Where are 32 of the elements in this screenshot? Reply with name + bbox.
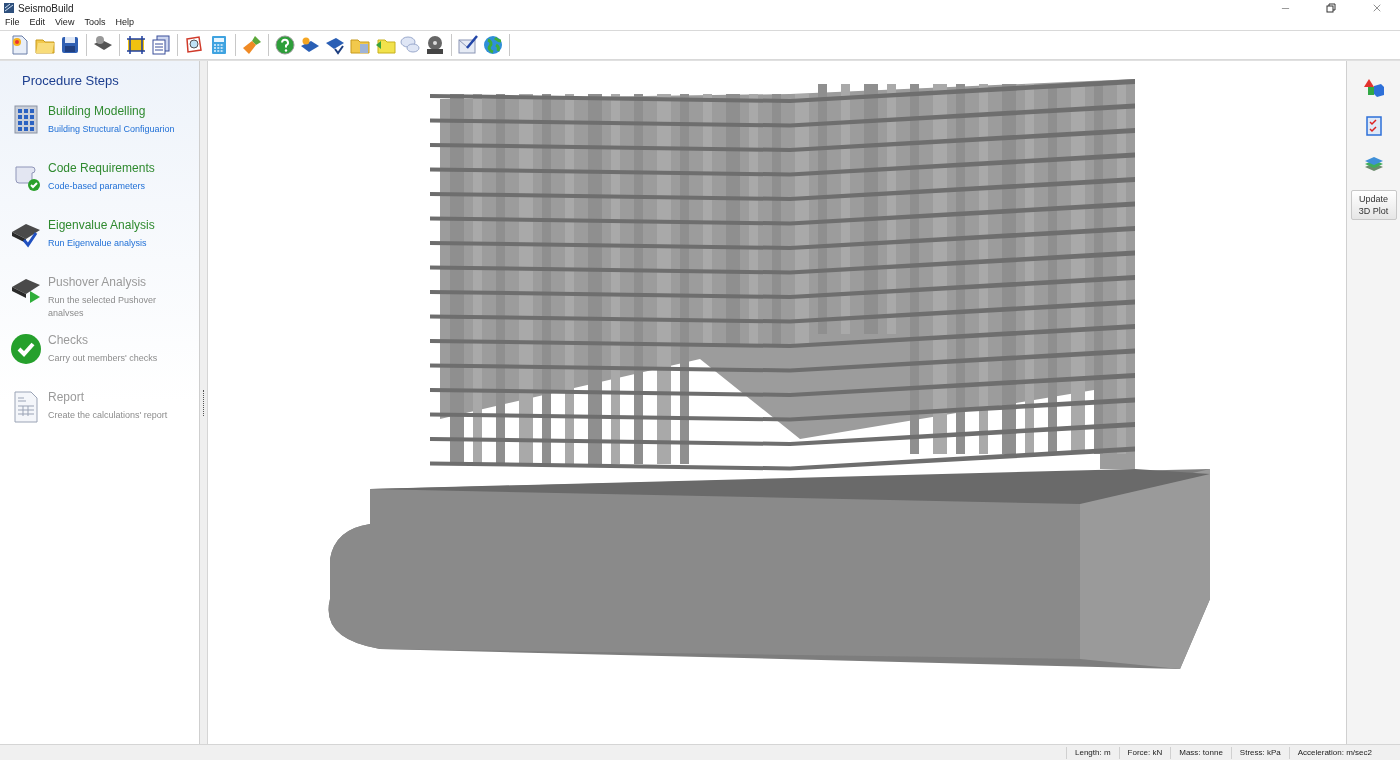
status-field: Length: m (1066, 746, 1119, 759)
menu-item[interactable]: Help (115, 16, 134, 29)
step-description: Building Structural Configuarion (48, 122, 176, 136)
restore-icon (1326, 3, 1336, 13)
menu-item[interactable]: Edit (29, 16, 46, 29)
step-link[interactable]: Building Modelling (48, 101, 188, 120)
step-description: Code-based parameters (48, 179, 147, 193)
menu-item[interactable]: View (55, 16, 75, 29)
window-title: SeismoBuild (18, 1, 74, 16)
globe-icon[interactable] (481, 33, 505, 57)
step-description: Carry out members' checks (48, 351, 159, 365)
status-field: Mass: tonne (1170, 746, 1231, 759)
step-link[interactable]: Eigenvalue Analysis (48, 215, 188, 234)
help-icon[interactable] (273, 33, 297, 57)
mail-pen-icon[interactable] (456, 33, 480, 57)
app-logo-icon (3, 2, 15, 14)
office-building-icon (12, 103, 40, 134)
report-document-icon (12, 389, 40, 424)
status-field: Stress: kPa (1230, 746, 1289, 759)
status-field: Acceleration: m/sec2 (1288, 746, 1380, 759)
frame-icon[interactable] (124, 33, 148, 57)
status-field: Force: kN (1118, 746, 1171, 759)
close-icon (1371, 2, 1383, 14)
step-link[interactable]: Code Requirements (48, 158, 188, 177)
update-3d-plot-button[interactable]: Update 3D Plot (1350, 190, 1397, 220)
menu-item[interactable]: Tools (84, 16, 106, 29)
step-description: Run Eigenvalue analysis (48, 236, 148, 250)
check-circle-icon (10, 332, 42, 365)
step-description: Create the calculations' report (48, 408, 169, 422)
menu-item[interactable]: File (5, 16, 20, 29)
panel-title: Procedure Steps (21, 72, 120, 90)
step-description: Run the selected Pushover analvses (48, 293, 158, 320)
